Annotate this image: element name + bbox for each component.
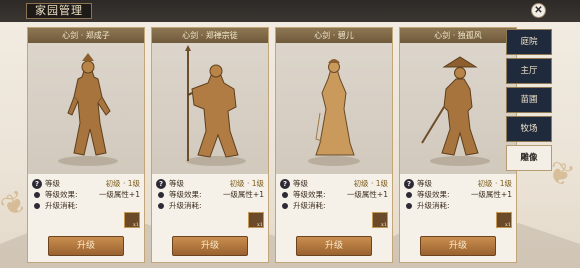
help-icon[interactable]: ? [280, 179, 290, 189]
close-icon: ✕ [534, 5, 543, 16]
window-title: 家园管理 [26, 3, 92, 19]
side-tabs: 庭院 主厅 苗圃 牧场 雕像 [506, 29, 552, 174]
statue-portrait [276, 43, 392, 174]
bullet-icon [158, 203, 164, 209]
robed-lady-statue-icon [308, 59, 360, 166]
bullet-icon [406, 203, 412, 209]
tab-main-hall[interactable]: 主厅 [506, 58, 552, 84]
upgrade-button[interactable]: 升级 [172, 236, 248, 256]
level-value: 初级 · 1级 [105, 179, 140, 188]
statue-card: 心剑 · 独孤风 ? 等级 初级 · 1级 等级效果: 一级属性+1 升级消耗: x1… [399, 27, 517, 263]
bullet-icon [34, 192, 40, 198]
tab-statue[interactable]: 雕像 [506, 145, 552, 171]
upgrade-button[interactable]: 升级 [420, 236, 496, 256]
material-count: x1 [256, 222, 263, 228]
spear-warrior-statue-icon [185, 45, 246, 166]
material-icon[interactable]: x1 [372, 212, 388, 228]
bullet-icon [282, 203, 288, 209]
material-count: x1 [504, 222, 511, 228]
level-value: 初级 · 1级 [477, 179, 512, 188]
bullet-icon [406, 192, 412, 198]
effect-value: 一级属性+1 [470, 190, 512, 199]
close-button[interactable]: ✕ [531, 3, 546, 18]
armored-warrior-statue-icon [58, 53, 118, 166]
effect-value: 一级属性+1 [222, 190, 264, 199]
bullet-icon [158, 192, 164, 198]
help-icon[interactable]: ? [404, 179, 414, 189]
statue-name: 心剑 · 独孤风 [400, 28, 516, 43]
effect-value: 一级属性+1 [346, 190, 388, 199]
level-value: 初级 · 1级 [353, 179, 388, 188]
level-value: 初级 · 1级 [229, 179, 264, 188]
statue-card: 心剑 · 郑禅宗徒 ? 等级 初级 · 1级 等级效果: 一级属性+1 升级消耗: x… [151, 27, 269, 263]
statue-portrait [28, 43, 144, 174]
help-icon[interactable]: ? [156, 179, 166, 189]
material-count: x1 [380, 222, 387, 228]
help-icon[interactable]: ? [32, 179, 42, 189]
statue-card: 心剑 · 碧儿 ? 等级 初级 · 1级 等级效果: 一级属性+1 升级消耗: x1 … [275, 27, 393, 263]
hat-swordsman-statue-icon [421, 56, 490, 166]
statue-name: 心剑 · 碧儿 [276, 28, 392, 43]
statue-card: 心剑 · 郑成子 ? 等级 初级 · 1级 等级效果: 一级属性+1 升级消耗: x1… [27, 27, 145, 263]
material-icon[interactable]: x1 [496, 212, 512, 228]
tab-nursery[interactable]: 苗圃 [506, 87, 552, 113]
upgrade-button[interactable]: 升级 [48, 236, 124, 256]
material-icon[interactable]: x1 [248, 212, 264, 228]
statue-name: 心剑 · 郑成子 [28, 28, 144, 43]
tab-pasture[interactable]: 牧场 [506, 116, 552, 142]
bullet-icon [34, 203, 40, 209]
statue-name: 心剑 · 郑禅宗徒 [152, 28, 268, 43]
tab-courtyard[interactable]: 庭院 [506, 29, 552, 55]
upgrade-button[interactable]: 升级 [296, 236, 372, 256]
effect-value: 一级属性+1 [98, 190, 140, 199]
bullet-icon [282, 192, 288, 198]
statue-portrait [400, 43, 516, 174]
material-count: x1 [132, 222, 139, 228]
statue-portrait [152, 43, 268, 174]
material-icon[interactable]: x1 [124, 212, 140, 228]
